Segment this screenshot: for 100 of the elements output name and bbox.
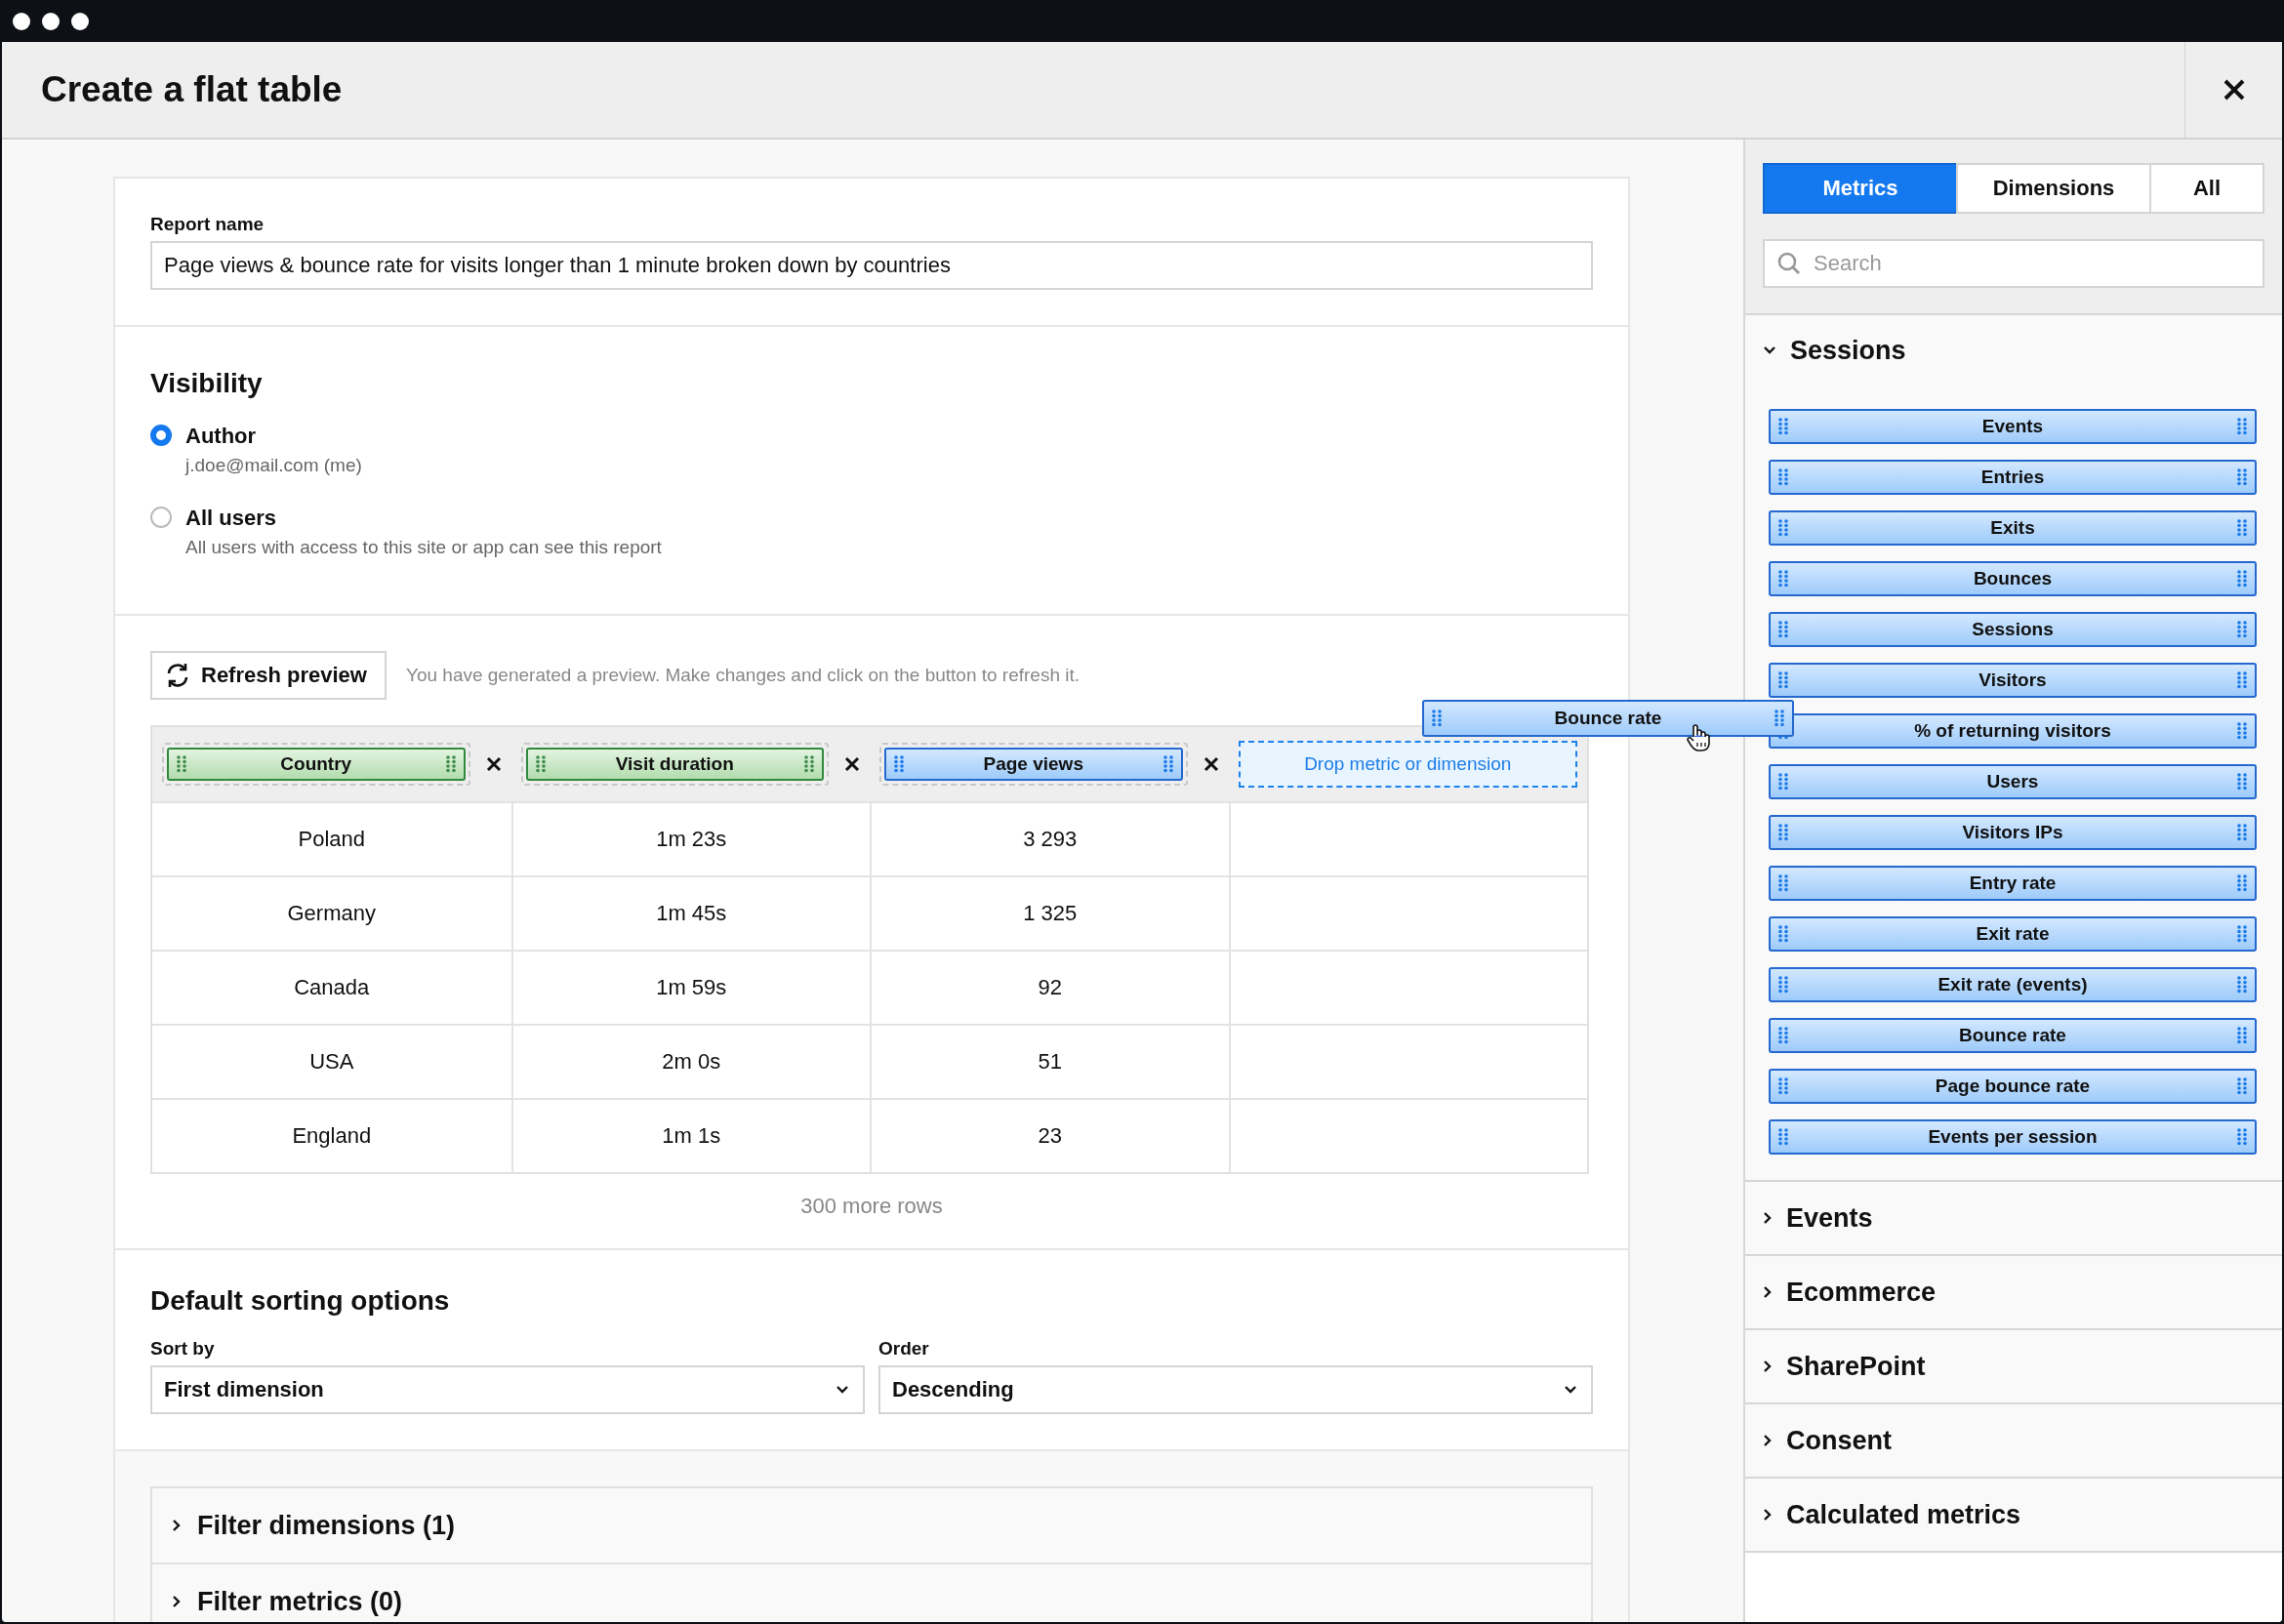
group-header[interactable]: Calculated metrics	[1745, 1479, 2282, 1551]
group-header[interactable]: SharePoint	[1745, 1330, 2282, 1402]
chevron-down-icon	[836, 1385, 849, 1395]
field-label: Report name	[150, 214, 265, 235]
grip-icon	[1778, 468, 1788, 486]
option-description: All users with access to this site or app can see this report	[185, 536, 662, 559]
metric-chip[interactable]: Entry rate	[1769, 866, 2257, 901]
input-field[interactable]: Page views & bounce rate for visits longer than 1 minute broken down by countries	[150, 241, 1593, 290]
grip-icon	[535, 755, 546, 773]
grip-icon	[2237, 519, 2247, 537]
metric-chip[interactable]: Users	[1769, 764, 2257, 799]
table-cell: Germany	[287, 901, 376, 926]
grip-icon	[1778, 1027, 1788, 1044]
option-description: j.doe@mail.com (me)	[185, 454, 362, 477]
group-header[interactable]: Events	[1745, 1182, 2282, 1254]
grip-icon	[1778, 1128, 1788, 1146]
field-label: Order	[878, 1338, 930, 1360]
section-heading: Visibility	[150, 368, 264, 399]
radio-button[interactable]	[150, 507, 172, 528]
dialog-title: Create a flat table	[40, 69, 344, 110]
chevron-down-icon	[1564, 1385, 1577, 1395]
grip-icon	[2237, 621, 2247, 638]
grip-icon	[2237, 671, 2247, 689]
metric-chip[interactable]: Exit rate	[1769, 916, 2257, 952]
grip-icon	[177, 755, 186, 773]
metric-chip[interactable]: Visitors IPs	[1769, 815, 2257, 850]
grip-icon	[1778, 519, 1788, 537]
table-cell: 1m 1s	[662, 1123, 721, 1149]
section-heading: Default sorting options	[150, 1285, 451, 1317]
grip-icon	[2237, 468, 2247, 486]
metric-chip[interactable]: Bounces	[1769, 561, 2257, 596]
grip-icon	[1778, 621, 1788, 638]
metric-chip[interactable]: Exits	[1769, 510, 2257, 546]
grip-icon	[1778, 773, 1788, 791]
tab[interactable]: Metrics	[1763, 163, 1958, 214]
grip-icon	[2237, 976, 2247, 994]
grip-icon	[1778, 570, 1788, 588]
grip-icon	[1778, 1077, 1788, 1095]
window-controls-icon	[12, 11, 90, 31]
drop-zone[interactable]: Drop metric or dimension	[1238, 741, 1577, 788]
remove-icon[interactable]	[844, 756, 860, 772]
radio-button[interactable]	[150, 425, 172, 446]
remove-icon[interactable]	[1203, 756, 1219, 772]
grip-icon	[2237, 773, 2247, 791]
more-rows-text: 300 more rows	[799, 1194, 944, 1219]
hand-cursor-icon	[1686, 723, 1711, 752]
table-cell: 3 293	[1023, 827, 1078, 852]
search-icon	[1776, 251, 1802, 276]
group-header[interactable]: Sessions	[1745, 315, 2282, 386]
grip-icon	[445, 755, 456, 773]
metric-chip[interactable]: Entries	[1769, 460, 2257, 495]
table-cell: USA	[309, 1049, 354, 1075]
metric-chip[interactable]: % of returning visitors	[1769, 713, 2257, 749]
dimension-chip[interactable]: Country	[167, 748, 466, 781]
grip-icon	[2237, 1128, 2247, 1146]
tab[interactable]: All	[2149, 163, 2264, 214]
metric-chip[interactable]: Events	[1769, 409, 2257, 444]
grip-icon	[1778, 925, 1788, 943]
table-cell: 1m 45s	[656, 901, 727, 926]
table-cell: Poland	[298, 827, 365, 852]
accordion-header[interactable]: Filter metrics (0)	[152, 1564, 1591, 1622]
table-cell: 1m 59s	[656, 975, 727, 1000]
refresh-button[interactable]: Refresh preview	[150, 651, 387, 700]
grip-icon	[1778, 874, 1788, 892]
table-cell: 51	[1038, 1049, 1062, 1075]
close-icon	[2222, 78, 2246, 102]
grip-icon	[2237, 925, 2247, 943]
grip-icon	[1778, 671, 1788, 689]
hint-text: You have generated a preview. Make changes and click on the button to refresh it.	[405, 665, 1081, 686]
table-cell: 92	[1038, 975, 1062, 1000]
metric-chip[interactable]: Sessions	[1769, 612, 2257, 647]
grip-icon	[2237, 1077, 2247, 1095]
grip-icon	[1778, 824, 1788, 841]
metric-chip[interactable]: Page bounce rate	[1769, 1069, 2257, 1104]
metric-chip[interactable]: Page views	[884, 748, 1183, 781]
tab[interactable]: Dimensions	[1956, 163, 2151, 214]
select-field[interactable]: Descending	[878, 1365, 1593, 1414]
grip-icon	[2237, 824, 2247, 841]
search-input[interactable]: Search	[1812, 250, 2263, 277]
select-field[interactable]: First dimension	[150, 1365, 865, 1414]
table-cell: 2m 0s	[662, 1049, 721, 1075]
group-header[interactable]: Ecommerce	[1745, 1256, 2282, 1328]
search-field[interactable]: Search	[1763, 239, 2264, 288]
dragged-chip-overlay[interactable]: Bounce rate	[1422, 700, 1794, 737]
grip-icon	[2237, 722, 2247, 740]
table-cell: Canada	[294, 975, 370, 1000]
grip-icon	[1432, 710, 1442, 727]
option-label: Author	[185, 423, 258, 450]
dimension-chip[interactable]: Visit duration	[525, 748, 824, 781]
remove-icon[interactable]	[485, 756, 502, 772]
grip-icon	[894, 755, 904, 773]
metric-chip[interactable]: Bounce rate	[1769, 1018, 2257, 1053]
metric-chip[interactable]: Visitors	[1769, 663, 2257, 698]
table-cell: 1m 23s	[656, 827, 727, 852]
metric-chip[interactable]: Events per session	[1769, 1119, 2257, 1155]
group-header[interactable]: Consent	[1745, 1404, 2282, 1477]
accordion-header[interactable]: Filter dimensions (1)	[152, 1488, 1591, 1564]
field-label: Sort by	[150, 1338, 216, 1360]
metric-chip[interactable]: Exit rate (events)	[1769, 967, 2257, 1002]
option-label: All users	[185, 505, 277, 532]
